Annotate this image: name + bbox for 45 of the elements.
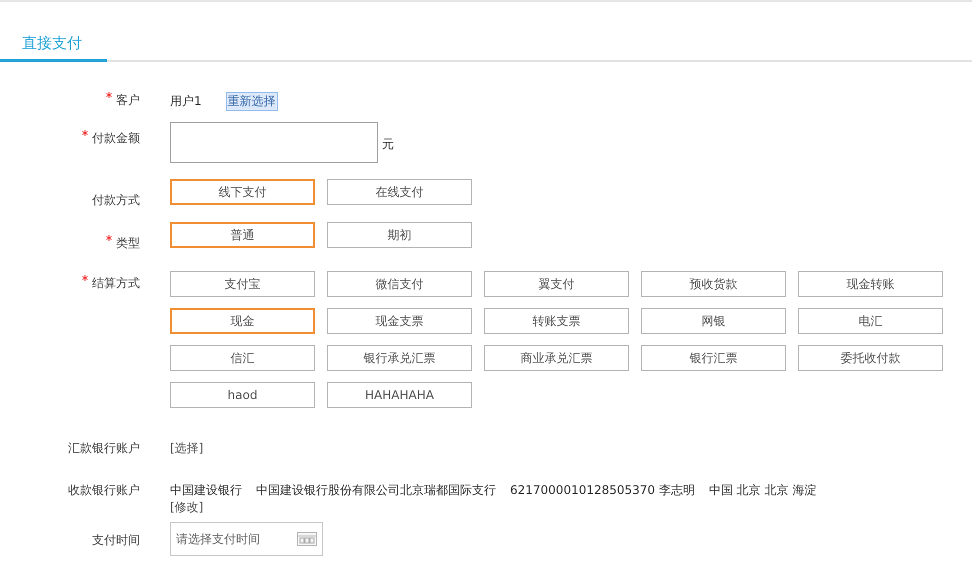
option-button[interactable]: 现金转账 (798, 271, 943, 297)
field-label: 收款银行账户 (68, 483, 140, 497)
option-button[interactable]: 现金 (170, 308, 315, 334)
option-button[interactable]: 信汇 (170, 345, 315, 371)
calendar-icon (297, 532, 317, 546)
option-button[interactable]: 翼支付 (484, 271, 629, 297)
select-link[interactable]: [选择] (170, 440, 204, 457)
field-label: 结算方式 (92, 276, 140, 290)
option-button[interactable]: 在线支付 (327, 179, 472, 205)
option-button[interactable]: HAHAHAHA (327, 382, 472, 408)
option-button[interactable]: 委托收付款 (798, 345, 943, 371)
option-button[interactable]: haod (170, 382, 315, 408)
asterisk-icon (106, 235, 112, 241)
field-label: 支付时间 (92, 533, 140, 547)
asterisk-icon (82, 275, 88, 281)
option-button[interactable]: 电汇 (798, 308, 943, 334)
account-detail: 中国建设银行股份有限公司北京瑞都国际支行 (256, 482, 496, 499)
option-button[interactable]: 网银 (641, 308, 786, 334)
account-detail: 中国 北京 北京 海淀 (708, 482, 816, 499)
asterisk-icon (82, 130, 88, 136)
field-label: 类型 (116, 236, 140, 250)
field-label: 汇款银行账户 (68, 441, 140, 455)
unit-label: 元 (382, 136, 394, 153)
reselect-link[interactable]: 重新选择 (226, 92, 278, 111)
field-label: 付款金额 (92, 131, 140, 145)
option-button[interactable]: 现金支票 (327, 308, 472, 334)
amount-field[interactable] (170, 122, 378, 163)
option-button[interactable]: 线下支付 (170, 179, 315, 205)
option-button[interactable]: 银行承兑汇票 (327, 345, 472, 371)
customer-name: 用户1 (170, 93, 202, 110)
date-field[interactable]: 请选择支付时间 (170, 522, 323, 556)
asterisk-icon (106, 92, 112, 98)
field-label: 付款方式 (92, 193, 140, 207)
account-detail: 6217000010128505370 李志明 (510, 482, 695, 499)
account-detail: 中国建设银行 (170, 482, 242, 499)
option-button[interactable]: 支付宝 (170, 271, 315, 297)
option-button[interactable]: 预收货款 (641, 271, 786, 297)
edit-link[interactable]: [修改] (170, 499, 204, 516)
field-label: 客户 (116, 93, 140, 107)
option-button[interactable]: 期初 (327, 222, 472, 248)
option-button[interactable]: 转账支票 (484, 308, 629, 334)
option-button[interactable]: 普通 (170, 222, 315, 248)
option-button[interactable]: 商业承兑汇票 (484, 345, 629, 371)
option-button[interactable]: 银行汇票 (641, 345, 786, 371)
option-button[interactable]: 微信支付 (327, 271, 472, 297)
